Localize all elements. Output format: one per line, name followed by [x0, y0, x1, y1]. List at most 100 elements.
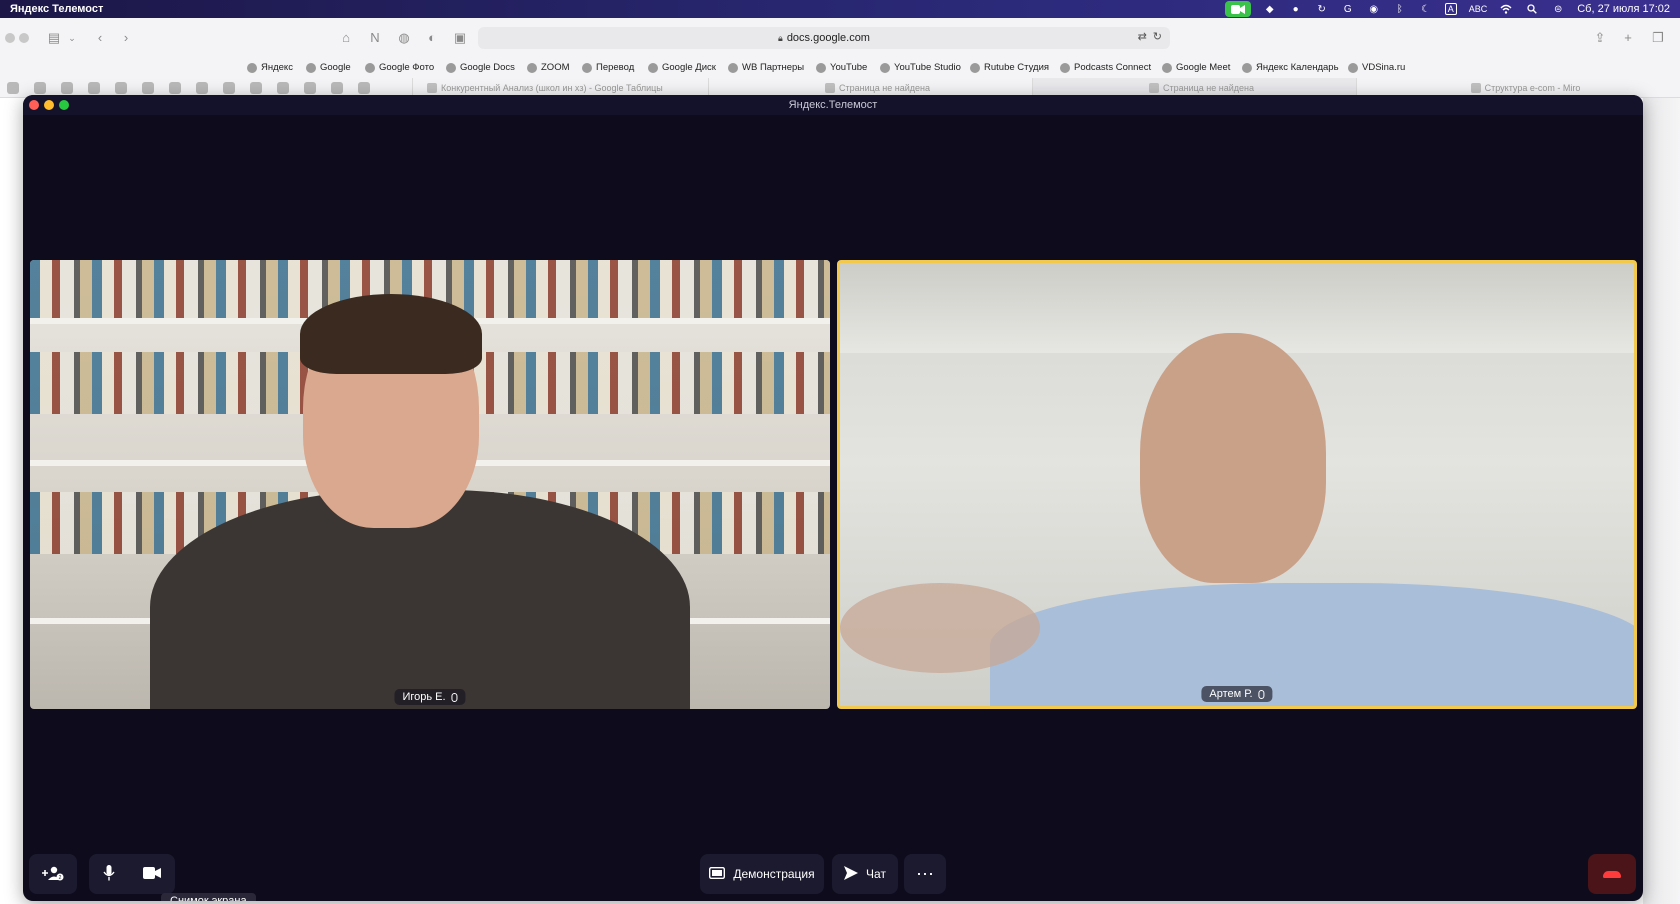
- wifi-icon[interactable]: [1499, 3, 1513, 15]
- input-source-label[interactable]: ABC: [1469, 4, 1488, 14]
- minimize-window-button[interactable]: [44, 100, 54, 110]
- invite-participant-button[interactable]: 2: [29, 854, 77, 894]
- pinned-tab-icon[interactable]: [196, 82, 208, 94]
- moon-icon[interactable]: ☾: [1419, 3, 1433, 15]
- close-window-button[interactable]: [29, 100, 39, 110]
- share-icon[interactable]: ⇪: [1592, 30, 1608, 46]
- vdsina-icon: [1348, 62, 1358, 73]
- search-icon[interactable]: [1525, 3, 1539, 15]
- notion-icon[interactable]: N: [367, 30, 383, 46]
- video-tile[interactable]: Игорь Е.: [30, 260, 830, 709]
- new-tab-icon[interactable]: +: [1620, 30, 1636, 46]
- lock-icon: 🔒︎: [778, 32, 783, 43]
- window-close-dot[interactable]: [5, 33, 15, 43]
- pinned-tab-icon[interactable]: [358, 82, 370, 94]
- address-bar-url: docs.google.com: [786, 32, 870, 44]
- pinned-tab-icon[interactable]: [304, 82, 316, 94]
- facetime-icon[interactable]: [1224, 1, 1251, 17]
- pinned-tab-icon[interactable]: [169, 82, 181, 94]
- bookmark-item[interactable]: Яндекс: [247, 62, 293, 73]
- zoom-icon[interactable]: ●: [1289, 3, 1303, 15]
- tab-overview-icon[interactable]: ❐: [1650, 30, 1666, 46]
- pinned-tab-icon[interactable]: [331, 82, 343, 94]
- grammarly-icon[interactable]: G: [1341, 3, 1355, 15]
- reader-icon[interactable]: ▣: [452, 30, 468, 46]
- miro-icon: [1470, 83, 1481, 93]
- participant-name: Игорь Е.: [402, 691, 446, 703]
- screen-share-button[interactable]: Демонстрация: [700, 854, 824, 894]
- menubar-clock[interactable]: Сб, 27 июля 17:02: [1577, 3, 1670, 15]
- participant-name-badge: Игорь Е.: [394, 689, 466, 705]
- sync-icon[interactable]: ↻: [1315, 3, 1329, 15]
- camera-icon: [143, 867, 161, 879]
- pinned-tab-icon[interactable]: [223, 82, 235, 94]
- pinned-tab-icon[interactable]: [61, 82, 73, 94]
- pinned-tab-icon[interactable]: [142, 82, 154, 94]
- menubar-status-area: ◆ ● ↻ G ◉ ᛒ ☾ A ABC ⊜ Сб, 27 июля 17:02: [1224, 1, 1670, 17]
- dropbox-icon[interactable]: ◆: [1263, 3, 1277, 15]
- address-bar[interactable]: 🔒︎ docs.google.com ⇄ ↻: [478, 27, 1170, 49]
- onepassword-icon[interactable]: ◉: [1367, 3, 1381, 15]
- extension-icon[interactable]: ◍: [396, 30, 412, 46]
- window-minimize-dot[interactable]: [19, 33, 29, 43]
- browser-toolbar: ▤ ⌄ ‹ › ⌂ N ◍ ◐ ▣ 🔒︎ docs.google.com ⇄ ↻…: [0, 18, 1680, 58]
- chat-button[interactable]: Чат: [832, 854, 898, 894]
- home-icon[interactable]: ⌂: [338, 30, 354, 46]
- control-center-icon[interactable]: ⊜: [1551, 3, 1565, 15]
- chat-label: Чат: [866, 867, 886, 881]
- bookmark-item[interactable]: Google Фото: [365, 62, 434, 73]
- zoom-icon: [527, 62, 537, 73]
- bookmark-item[interactable]: Google Meet: [1162, 62, 1230, 73]
- pinned-tab-icon[interactable]: [88, 82, 100, 94]
- bookmark-item[interactable]: ZOOM: [527, 62, 570, 73]
- pinned-tab-icon[interactable]: [250, 82, 262, 94]
- bookmark-item[interactable]: Google Docs: [446, 62, 515, 73]
- pinned-tab-icon[interactable]: [34, 82, 46, 94]
- pinned-tab-icon[interactable]: [115, 82, 127, 94]
- camera-button[interactable]: [143, 866, 161, 882]
- end-call-button[interactable]: [1588, 854, 1636, 894]
- more-options-button[interactable]: ⋯: [904, 854, 946, 894]
- screen-share-icon: [709, 866, 726, 882]
- google-icon: [306, 62, 316, 73]
- maximize-window-button[interactable]: [59, 100, 69, 110]
- bookmark-item[interactable]: VDSina.ru: [1348, 62, 1405, 73]
- sheets-icon: [427, 83, 437, 93]
- back-icon[interactable]: ‹: [92, 30, 108, 46]
- bookmark-item[interactable]: WB Партнеры: [728, 62, 804, 73]
- window-titlebar: Яндекс.Телемост: [23, 95, 1643, 115]
- microphone-icon: [103, 864, 115, 880]
- menubar-app-name[interactable]: Яндекс Телемост: [10, 3, 103, 15]
- sidebar-icon[interactable]: ▤: [46, 30, 62, 46]
- participant-name: Артем Р.: [1209, 688, 1253, 700]
- bookmark-item[interactable]: Google: [306, 62, 351, 73]
- bookmark-item[interactable]: Podcasts Connect: [1060, 62, 1151, 73]
- translate-icon: [582, 62, 592, 73]
- video-tile-active-speaker[interactable]: Артем Р.: [837, 260, 1637, 709]
- translate-icon[interactable]: ⇄: [1138, 30, 1147, 43]
- translate-extension-icon[interactable]: ◐: [424, 30, 440, 46]
- bookmark-item[interactable]: YouTube: [816, 62, 867, 73]
- microphone-button[interactable]: [103, 864, 115, 884]
- bookmark-item[interactable]: Google Диск: [648, 62, 716, 73]
- bookmarks-bar: Яндекс Google Google Фото Google Docs ZO…: [0, 58, 1680, 78]
- chevron-down-icon[interactable]: ⌄: [64, 30, 80, 46]
- participant-name-badge: Артем Р.: [1201, 686, 1273, 702]
- window-title: Яндекс.Телемост: [788, 99, 878, 111]
- forward-icon[interactable]: ›: [118, 30, 134, 46]
- bookmark-item[interactable]: Перевод: [582, 62, 634, 73]
- bookmark-item[interactable]: Rutube Студия: [970, 62, 1049, 73]
- bookmark-item[interactable]: Яндекс Календарь: [1242, 62, 1339, 73]
- reload-icon[interactable]: ↻: [1153, 30, 1162, 43]
- participant-hair: [300, 294, 482, 374]
- pinned-tab-icon[interactable]: [7, 82, 19, 94]
- input-icon[interactable]: A: [1444, 3, 1457, 15]
- svg-text:2: 2: [59, 875, 62, 881]
- bookmark-item[interactable]: YouTube Studio: [880, 62, 961, 73]
- bluetooth-icon[interactable]: ᛒ: [1393, 3, 1407, 15]
- mic-icon: [1258, 689, 1265, 699]
- pinned-tab-icon[interactable]: [277, 82, 289, 94]
- media-controls-group: [89, 854, 175, 894]
- warning-icon: [1148, 83, 1159, 93]
- screenshot-tooltip: Снимок экрана: [161, 893, 256, 901]
